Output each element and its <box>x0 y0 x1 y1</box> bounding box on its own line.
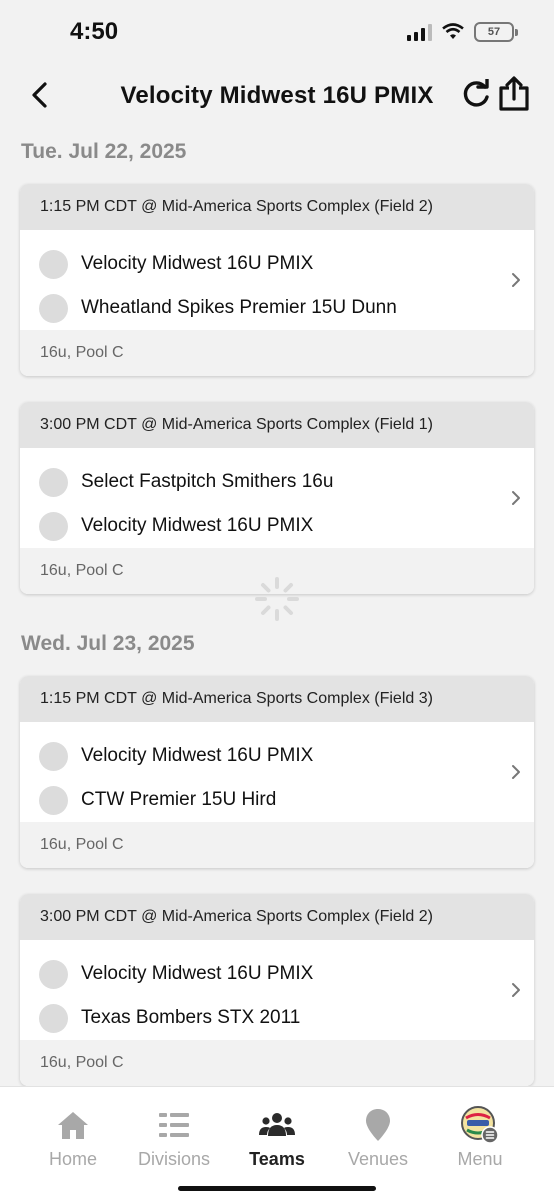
refresh-icon[interactable] <box>460 79 492 111</box>
team-logo-placeholder <box>39 249 68 279</box>
team-row: Select Fastpitch Smithers 16u <box>20 460 534 504</box>
status-icons: 57 <box>407 22 518 42</box>
game-teams: Velocity Midwest 16U PMIX CTW Premier 15… <box>20 722 534 822</box>
wifi-icon <box>442 23 464 39</box>
tab-label: Divisions <box>137 1149 211 1169</box>
team-name: Velocity Midwest 16U PMIX <box>81 745 314 766</box>
game-card[interactable]: 3:00 PM CDT @ Mid-America Sports Complex… <box>20 894 534 1086</box>
team-name: Velocity Midwest 16U PMIX <box>81 515 314 536</box>
game-card[interactable]: 1:15 PM CDT @ Mid-America Sports Complex… <box>20 676 534 868</box>
battery-icon: 57 <box>474 22 518 42</box>
date-heading: Wed. Jul 23, 2025 <box>21 632 195 655</box>
tab-home[interactable]: Home <box>23 1107 123 1170</box>
game-time-location: 1:15 PM CDT @ Mid-America Sports Complex… <box>20 184 534 230</box>
venue-pin-icon <box>366 1109 390 1141</box>
header: Velocity Midwest 16U PMIX <box>0 62 554 128</box>
teams-icon <box>259 1113 295 1136</box>
team-logo-placeholder <box>39 511 68 541</box>
chevron-right-icon <box>512 273 520 287</box>
chevron-right-icon <box>512 983 520 997</box>
game-teams: Velocity Midwest 16U PMIX Wheatland Spik… <box>20 230 534 330</box>
status-bar: 4:50 57 <box>0 0 554 62</box>
team-name: Velocity Midwest 16U PMIX <box>81 253 314 274</box>
loading-spinner-icon <box>255 577 299 621</box>
tab-divisions[interactable]: Divisions <box>124 1107 224 1170</box>
tab-label: Teams <box>249 1149 305 1169</box>
chevron-right-icon <box>512 765 520 779</box>
home-icon <box>58 1112 88 1139</box>
summer-logo-icon <box>461 1106 499 1144</box>
tab-menu[interactable]: Menu <box>430 1106 530 1170</box>
team-row: Wheatland Spikes Premier 15U Dunn <box>20 286 534 330</box>
team-logo-placeholder <box>39 293 68 323</box>
tab-label: Venues <box>347 1149 409 1169</box>
team-logo-placeholder <box>39 741 68 771</box>
team-row: Velocity Midwest 16U PMIX <box>20 952 534 996</box>
share-icon[interactable] <box>497 76 531 112</box>
team-name: Wheatland Spikes Premier 15U Dunn <box>81 297 397 318</box>
game-time-location: 1:15 PM CDT @ Mid-America Sports Complex… <box>20 676 534 722</box>
tab-bar: Home Divisions Teams Venues Menu <box>0 1086 554 1200</box>
team-logo-placeholder <box>39 1003 68 1033</box>
game-division: 16u, Pool C <box>20 330 534 376</box>
divisions-icon <box>159 1113 189 1137</box>
team-logo-placeholder <box>39 959 68 989</box>
team-row: Velocity Midwest 16U PMIX <box>20 734 534 778</box>
team-name: Texas Bombers STX 2011 <box>81 1007 301 1028</box>
game-time-location: 3:00 PM CDT @ Mid-America Sports Complex… <box>20 402 534 448</box>
team-name: CTW Premier 15U Hird <box>81 789 277 810</box>
team-name: Select Fastpitch Smithers 16u <box>81 471 334 492</box>
team-logo-placeholder <box>39 467 68 497</box>
team-row: Texas Bombers STX 2011 <box>20 996 534 1040</box>
game-time-location: 3:00 PM CDT @ Mid-America Sports Complex… <box>20 894 534 940</box>
chevron-right-icon <box>512 491 520 505</box>
status-time: 4:50 <box>70 18 119 45</box>
game-division: 16u, Pool C <box>20 1040 534 1086</box>
date-heading: Tue. Jul 22, 2025 <box>21 140 187 163</box>
signal-icon <box>407 23 432 41</box>
game-card[interactable]: 1:15 PM CDT @ Mid-America Sports Complex… <box>20 184 534 376</box>
team-name: Velocity Midwest 16U PMIX <box>81 963 314 984</box>
team-row: Velocity Midwest 16U PMIX <box>20 242 534 286</box>
team-logo-placeholder <box>39 785 68 815</box>
tab-teams[interactable]: Teams <box>227 1107 327 1170</box>
game-card[interactable]: 3:00 PM CDT @ Mid-America Sports Complex… <box>20 402 534 594</box>
home-indicator <box>178 1186 376 1191</box>
game-teams: Velocity Midwest 16U PMIX Texas Bombers … <box>20 940 534 1040</box>
game-division: 16u, Pool C <box>20 822 534 868</box>
team-row: CTW Premier 15U Hird <box>20 778 534 822</box>
game-teams: Select Fastpitch Smithers 16u Velocity M… <box>20 448 534 548</box>
team-row: Velocity Midwest 16U PMIX <box>20 504 534 548</box>
tab-venues[interactable]: Venues <box>328 1107 428 1170</box>
tab-label: Menu <box>457 1149 503 1169</box>
tab-label: Home <box>48 1149 97 1169</box>
